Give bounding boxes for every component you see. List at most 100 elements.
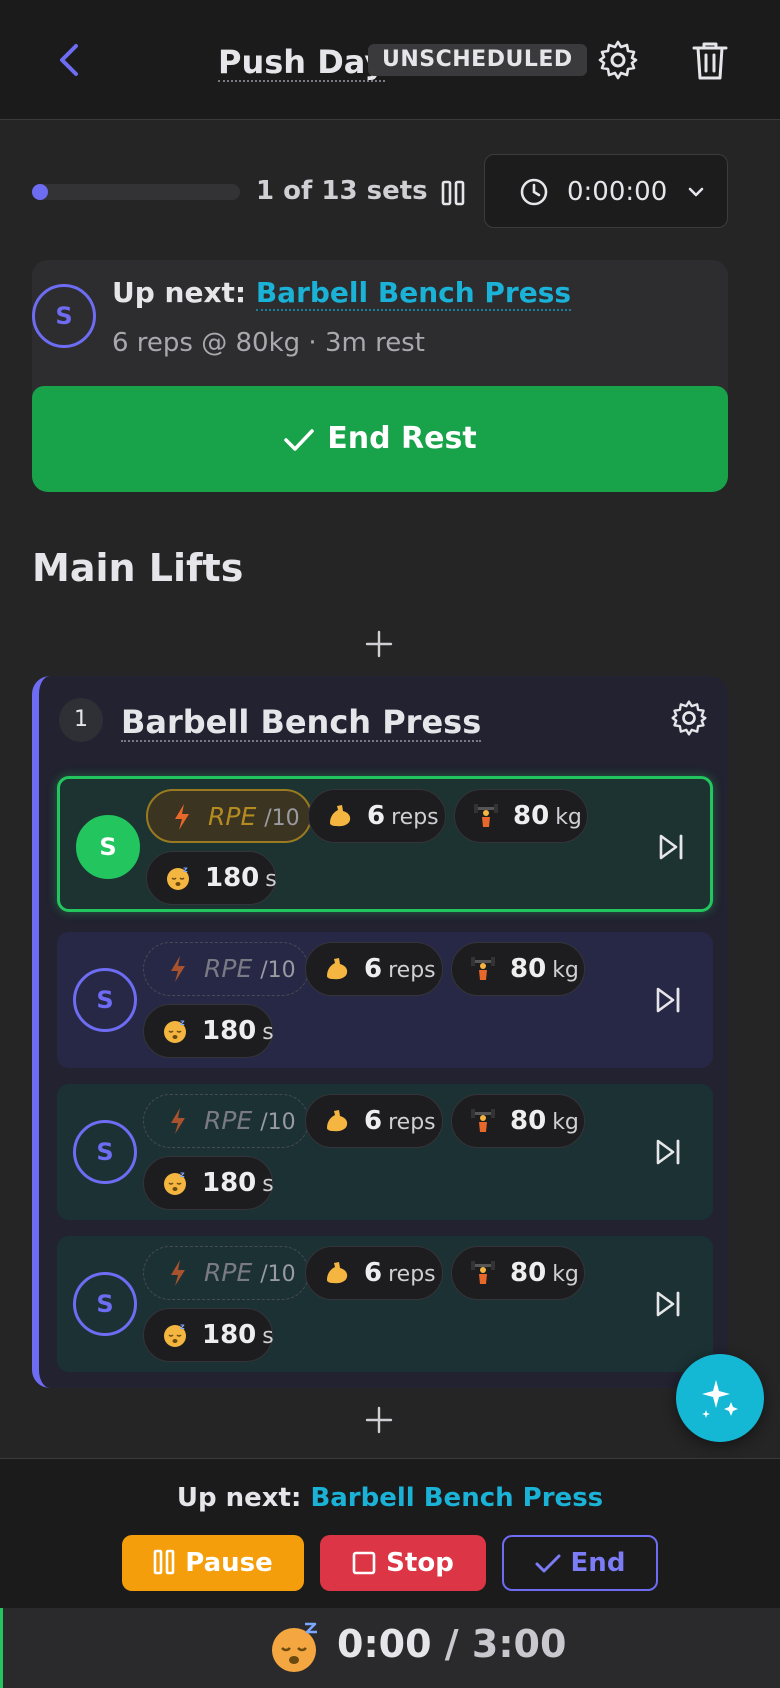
plus-icon[interactable]	[364, 1405, 394, 1435]
weightlifter-icon	[471, 1109, 495, 1132]
reps-unit: reps	[388, 1110, 436, 1135]
reps-value: 6	[364, 1258, 383, 1288]
rpe-denominator: /10	[260, 1262, 296, 1287]
rest-timer-bar[interactable]: 0:00 / 3:00	[0, 1608, 780, 1688]
rest-unit: s	[262, 1324, 274, 1349]
up-next-label: Up next: Barbell Bench Press	[112, 276, 572, 311]
bottom-up-next-exercise-link[interactable]: Barbell Bench Press	[310, 1483, 603, 1513]
stop-square-icon	[352, 1551, 376, 1575]
skip-next-icon[interactable]	[653, 984, 683, 1016]
up-next-card: S Up next: Barbell Bench Press 6 reps @ …	[32, 260, 728, 492]
rpe-chip[interactable]: RPE /10	[143, 1094, 309, 1148]
set-type-circle[interactable]: S	[76, 815, 140, 879]
rpe-label: RPE	[208, 802, 257, 831]
end-button[interactable]: End	[502, 1535, 658, 1591]
rest-chip[interactable]: z 180 s	[146, 851, 277, 905]
rest-chip[interactable]: z 180 s	[143, 1308, 274, 1362]
up-next-exercise-link[interactable]: Barbell Bench Press	[255, 276, 572, 311]
ai-assistant-button[interactable]	[676, 1354, 764, 1442]
rest-unit: s	[265, 867, 277, 892]
stop-label: Stop	[386, 1548, 454, 1578]
bottom-up-next: Up next: Barbell Bench Press	[0, 1483, 780, 1513]
end-rest-label: End Rest	[327, 421, 477, 456]
set-type-circle[interactable]: S	[73, 1120, 137, 1184]
rpe-label: RPE	[204, 1258, 253, 1287]
weightlifter-icon	[471, 957, 495, 980]
rpe-chip[interactable]: RPE /10	[143, 942, 309, 996]
reps-value: 6	[364, 1106, 383, 1136]
weight-chip[interactable]: 80 kg	[451, 1246, 585, 1300]
rpe-label: RPE	[204, 1106, 253, 1135]
svg-text:z: z	[180, 1322, 185, 1331]
set-row[interactable]: S RPE /10 6 reps 80 kg z 180 s	[57, 1236, 713, 1372]
rpe-chip[interactable]: RPE /10	[146, 789, 312, 843]
reps-chip[interactable]: 6 reps	[305, 1094, 443, 1148]
sleeping-face-icon: z	[164, 1322, 186, 1347]
sleeping-face-icon: z	[164, 1170, 186, 1195]
chevron-left-icon[interactable]	[52, 40, 88, 80]
skip-next-icon[interactable]	[653, 1136, 683, 1168]
bottom-up-next-prefix: Up next:	[176, 1483, 311, 1513]
up-next-prefix: Up next:	[112, 276, 256, 309]
svg-text:z: z	[183, 865, 188, 874]
rest-timer-value: 0:00 / 3:00	[337, 1622, 566, 1666]
weightlifter-icon	[474, 804, 498, 827]
exercise-card: 1 Barbell Bench Press S RPE /10 6 reps 80…	[32, 676, 728, 1388]
set-type-circle: S	[32, 284, 96, 348]
weightlifter-icon	[471, 1261, 495, 1284]
reps-unit: reps	[388, 958, 436, 983]
trash-icon[interactable]	[688, 38, 732, 82]
sets-progress-label: 1 of 13 sets	[256, 176, 428, 206]
weight-value: 80	[510, 954, 547, 984]
exercise-name[interactable]: Barbell Bench Press	[121, 704, 482, 742]
sparkles-icon	[702, 1380, 738, 1418]
rest-value: 180	[202, 1320, 257, 1350]
svg-text:z: z	[180, 1018, 185, 1027]
set-type-circle[interactable]: S	[73, 968, 137, 1032]
workout-timer-value: 0:00:00	[567, 177, 668, 207]
pause-icon	[153, 1549, 175, 1575]
rpe-label: RPE	[204, 954, 253, 983]
rpe-chip[interactable]: RPE /10	[143, 1246, 309, 1300]
skip-next-icon[interactable]	[656, 831, 686, 863]
weight-value: 80	[513, 801, 550, 831]
weight-unit: kg	[555, 805, 582, 830]
weight-chip[interactable]: 80 kg	[451, 1094, 585, 1148]
workout-title[interactable]: Push Day	[218, 44, 386, 82]
pause-icon[interactable]	[438, 178, 468, 208]
set-row[interactable]: S RPE /10 6 reps 80 kg z 180 s	[57, 776, 713, 912]
rest-value: 180	[202, 1016, 257, 1046]
weight-chip[interactable]: 80 kg	[454, 789, 588, 843]
rest-chip[interactable]: z 180 s	[143, 1004, 274, 1058]
weight-value: 80	[510, 1106, 547, 1136]
reps-chip[interactable]: 6 reps	[305, 942, 443, 996]
stop-button[interactable]: Stop	[320, 1535, 486, 1591]
weight-value: 80	[510, 1258, 547, 1288]
gear-icon[interactable]	[596, 38, 640, 82]
rest-unit: s	[262, 1172, 274, 1197]
rpe-denominator: /10	[260, 958, 296, 983]
pause-label: Pause	[185, 1548, 273, 1578]
rest-chip[interactable]: z 180 s	[143, 1156, 274, 1210]
svg-text:z: z	[180, 1170, 185, 1179]
skip-next-icon[interactable]	[653, 1288, 683, 1320]
progress-row: 1 of 13 sets 0:00:00	[32, 154, 728, 228]
gear-icon[interactable]	[669, 698, 709, 738]
end-rest-button[interactable]: End Rest	[32, 386, 728, 492]
set-row[interactable]: S RPE /10 6 reps 80 kg z 180 s	[57, 932, 713, 1068]
lightning-icon	[171, 1108, 185, 1134]
lightning-icon	[171, 1260, 185, 1286]
flexed-biceps-icon	[327, 958, 348, 980]
sleeping-face-icon: z	[164, 1018, 186, 1043]
sets-progress-bar	[32, 184, 240, 200]
reps-chip[interactable]: 6 reps	[308, 789, 446, 843]
workout-timer-dropdown[interactable]: 0:00:00	[484, 154, 728, 228]
pause-button[interactable]: Pause	[122, 1535, 304, 1591]
weight-chip[interactable]: 80 kg	[451, 942, 585, 996]
set-type-circle[interactable]: S	[73, 1272, 137, 1336]
reps-chip[interactable]: 6 reps	[305, 1246, 443, 1300]
rest-unit: s	[262, 1020, 274, 1045]
set-row[interactable]: S RPE /10 6 reps 80 kg z 180 s	[57, 1084, 713, 1220]
sleeping-face-icon: z	[167, 865, 189, 890]
plus-icon[interactable]	[364, 629, 394, 659]
